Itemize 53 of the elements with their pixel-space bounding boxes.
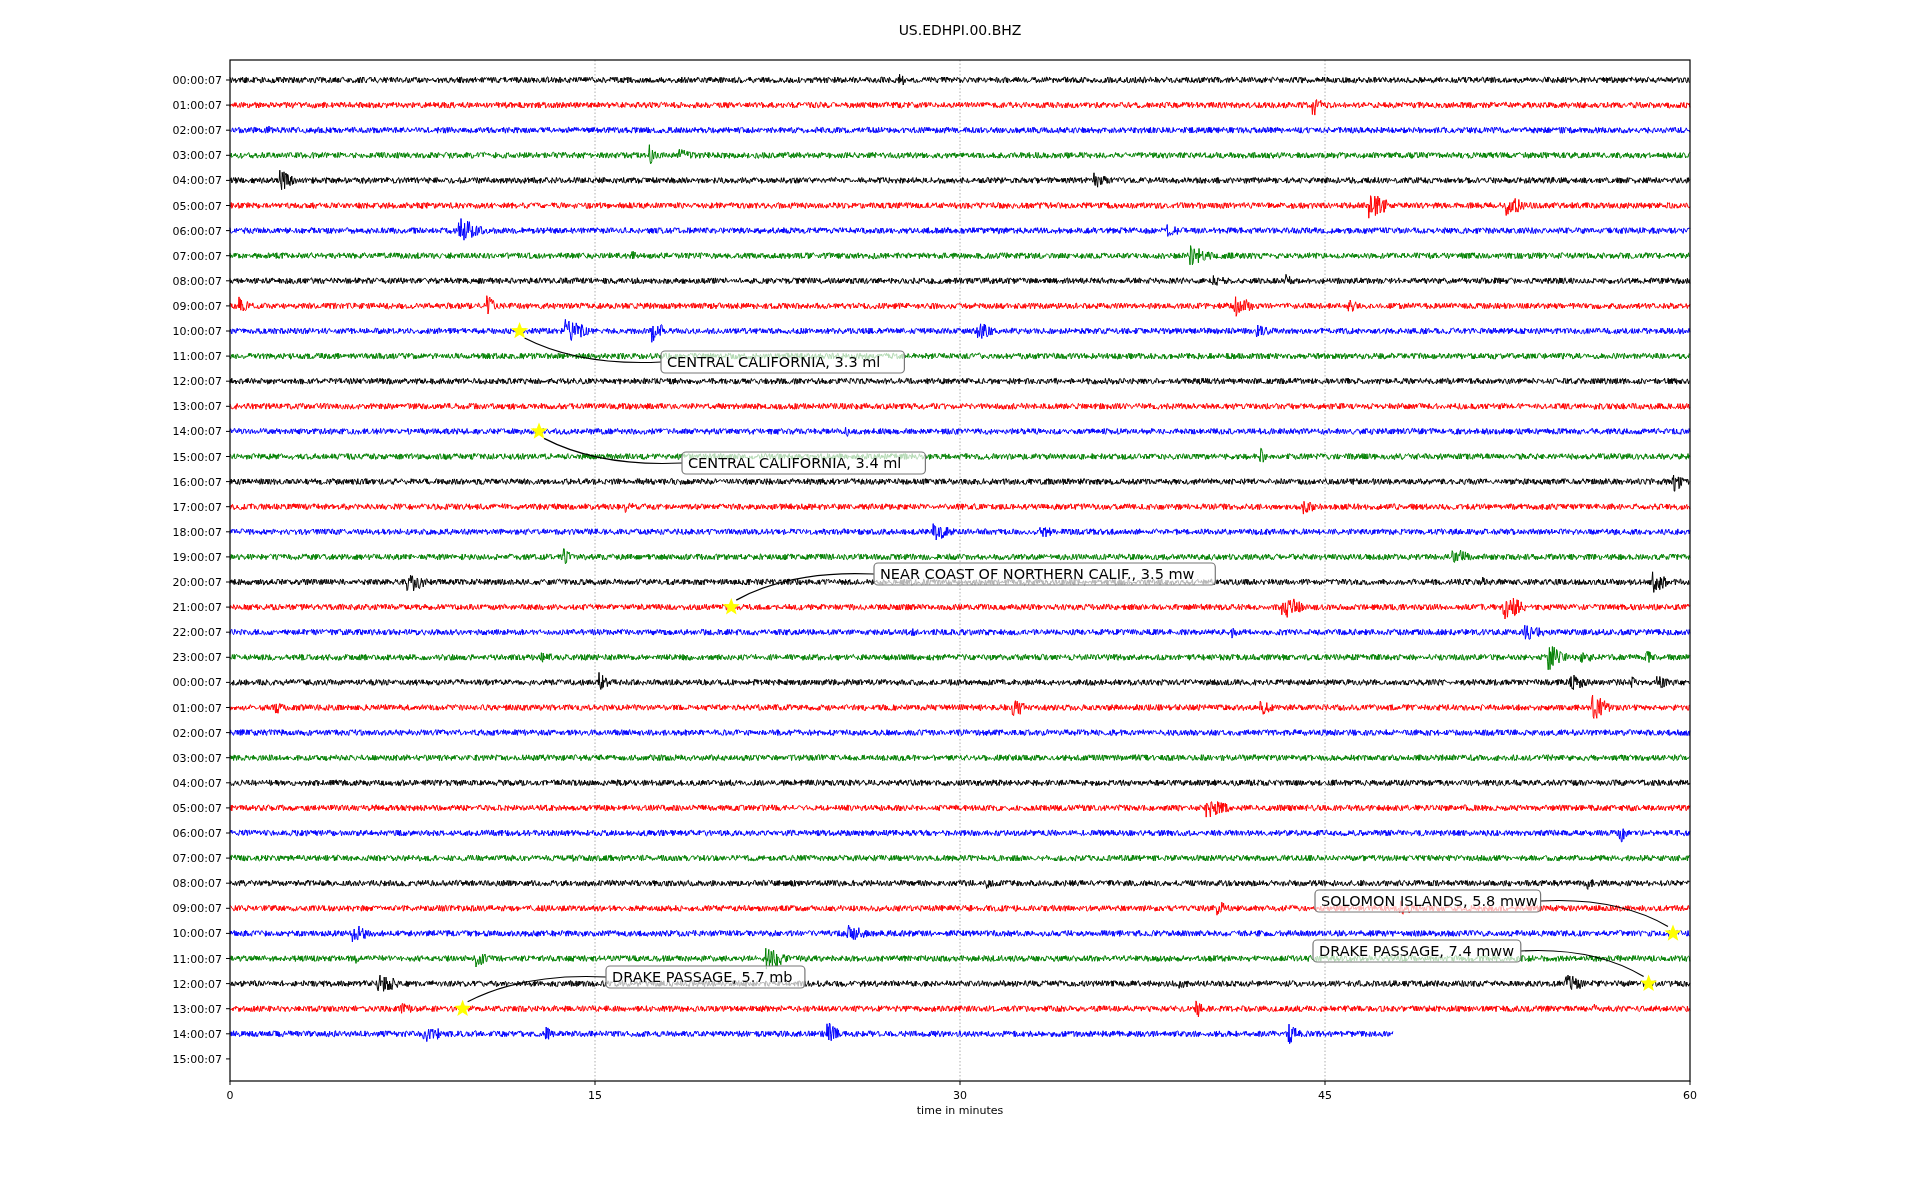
time-label: 12:00:07 bbox=[172, 375, 222, 389]
time-label: 21:00:07 bbox=[172, 601, 222, 615]
time-label: 01:00:07 bbox=[172, 701, 222, 715]
time-label: 02:00:07 bbox=[172, 726, 222, 740]
time-label: 23:00:07 bbox=[172, 651, 222, 665]
time-label: 06:00:07 bbox=[172, 827, 222, 840]
axis-title: time in minutes bbox=[916, 1104, 1004, 1117]
time-label: 05:00:07 bbox=[172, 199, 222, 213]
tick-label: 0 bbox=[226, 1089, 234, 1102]
time-label: 06:00:07 bbox=[172, 224, 222, 238]
time-label: 12:00:07 bbox=[172, 977, 222, 991]
time-label: 11:00:07 bbox=[172, 952, 222, 966]
time-label: 07:00:07 bbox=[172, 249, 222, 263]
event-label: CENTRAL CALIFORNIA, 3.4 ml bbox=[681, 451, 926, 475]
time-label: 15:00:07 bbox=[172, 450, 222, 464]
time-label: 09:00:07 bbox=[172, 299, 222, 313]
time-label: 22:00:07 bbox=[172, 626, 222, 640]
time-label: 04:00:07 bbox=[172, 776, 222, 790]
time-label: 04:00:07 bbox=[172, 174, 222, 188]
time-label: 08:00:07 bbox=[172, 877, 222, 891]
time-label: 01:00:07 bbox=[172, 99, 222, 113]
time-label: 00:00:07 bbox=[172, 676, 222, 690]
time-label: 00:00:07 bbox=[172, 74, 222, 87]
time-label: 15:00:07 bbox=[172, 1052, 222, 1066]
time-label: 16:00:07 bbox=[172, 475, 222, 489]
event-label: CENTRAL CALIFORNIA, 3.3 ml bbox=[660, 350, 905, 374]
time-label: 14:00:07 bbox=[172, 1027, 222, 1041]
plot-title: US.EDHPI.00.BHZ bbox=[898, 22, 1022, 38]
time-label: 19:00:07 bbox=[172, 550, 222, 564]
time-label: 13:00:07 bbox=[172, 400, 222, 414]
time-label: 05:00:07 bbox=[172, 801, 222, 815]
time-label: 03:00:07 bbox=[172, 751, 222, 765]
time-label: 02:00:07 bbox=[172, 124, 222, 138]
time-label: 10:00:07 bbox=[172, 927, 222, 941]
time-label: 08:00:07 bbox=[172, 274, 222, 288]
tick-label: 45 bbox=[1318, 1089, 1332, 1102]
time-label: 07:00:07 bbox=[172, 852, 222, 866]
time-label: 14:00:07 bbox=[172, 425, 222, 439]
time-label: 03:00:07 bbox=[172, 149, 222, 163]
tick-label: 60 bbox=[1683, 1089, 1697, 1102]
tick-label: 30 bbox=[953, 1089, 967, 1102]
event-label: NEAR COAST OF NORTHERN CALIF., 3.5 mw bbox=[873, 562, 1216, 586]
time-label: 09:00:07 bbox=[172, 902, 222, 916]
time-label: 18:00:07 bbox=[172, 525, 222, 539]
tick-label: 15 bbox=[588, 1089, 602, 1102]
event-label: DRAKE PASSAGE, 5.7 mb bbox=[605, 965, 806, 989]
event-label: SOLOMON ISLANDS, 5.8 mww bbox=[1314, 889, 1542, 913]
time-label: 11:00:07 bbox=[172, 350, 222, 364]
time-label: 13:00:07 bbox=[172, 1002, 222, 1016]
event-label: DRAKE PASSAGE, 7.4 mww bbox=[1312, 939, 1522, 963]
time-label: 20:00:07 bbox=[172, 576, 222, 589]
time-label: 10:00:07 bbox=[172, 325, 222, 338]
time-label: 17:00:07 bbox=[172, 500, 222, 514]
